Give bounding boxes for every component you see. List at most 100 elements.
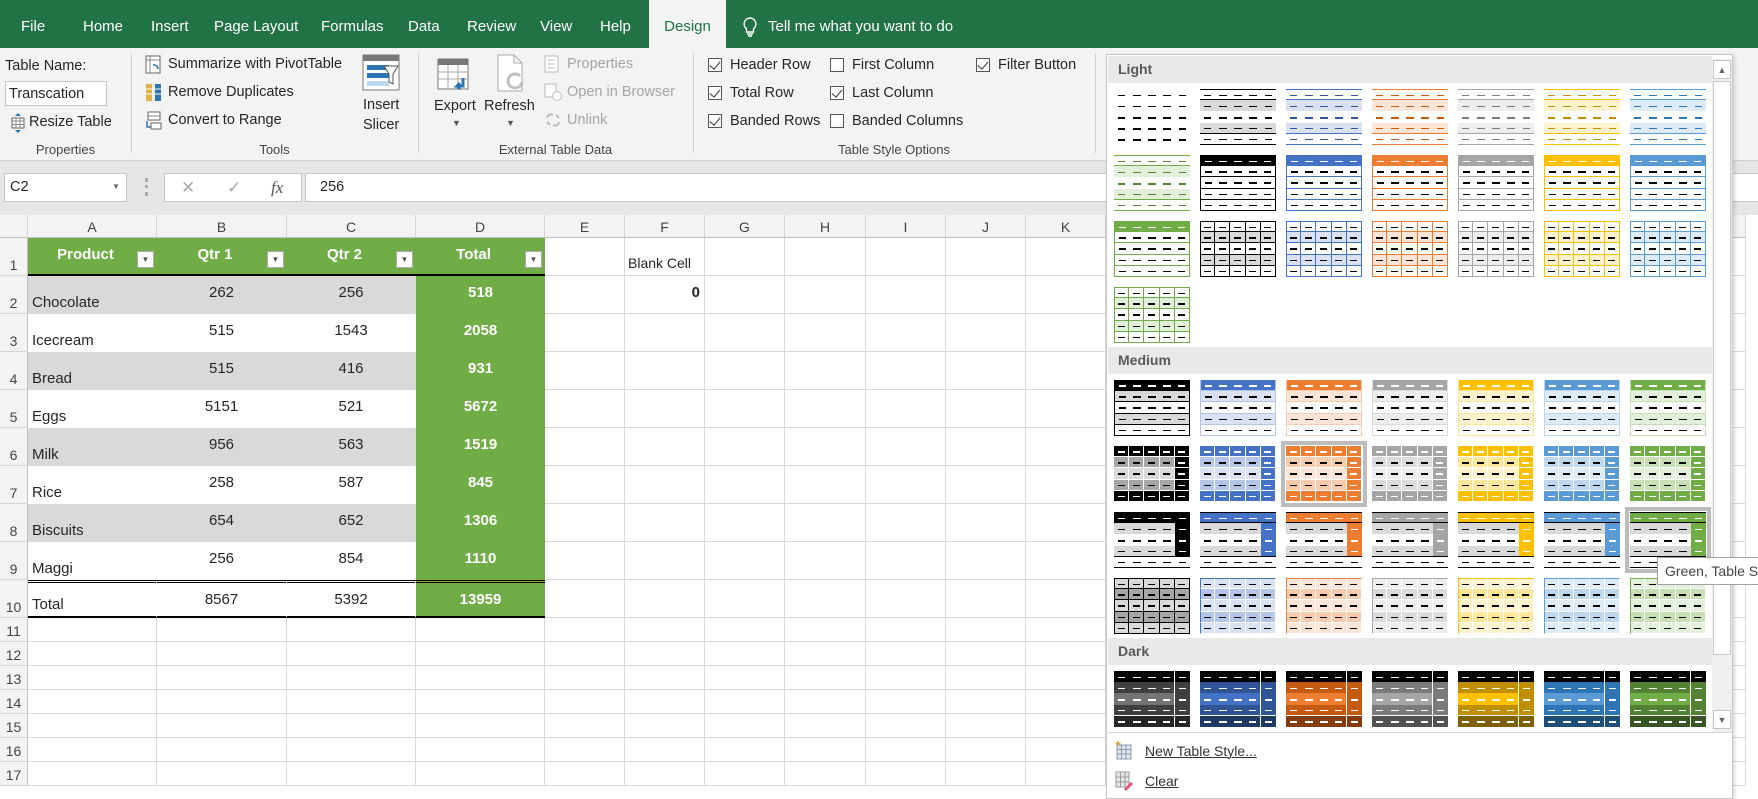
cell[interactable] <box>545 642 625 666</box>
cell[interactable] <box>157 762 287 786</box>
cell[interactable] <box>705 504 785 542</box>
cell[interactable] <box>946 666 1026 690</box>
cell[interactable] <box>785 504 866 542</box>
column-header[interactable]: A <box>28 215 157 238</box>
cell[interactable] <box>545 466 625 504</box>
dark-style-1[interactable] <box>1114 671 1190 727</box>
cell[interactable] <box>866 428 946 466</box>
table-cell[interactable]: 515 <box>157 314 287 352</box>
cell[interactable] <box>157 666 287 690</box>
cell[interactable] <box>866 466 946 504</box>
table-cell[interactable]: 416 <box>287 352 416 390</box>
cell[interactable] <box>1026 690 1106 714</box>
column-header[interactable]: I <box>866 215 946 238</box>
table-cell[interactable]: 256 <box>157 542 287 580</box>
cell[interactable] <box>946 352 1026 390</box>
table-cell[interactable]: Bread <box>28 352 157 390</box>
medium-style-19[interactable] <box>1458 512 1534 568</box>
table-cell[interactable]: 2058 <box>416 314 545 352</box>
cell[interactable] <box>625 642 705 666</box>
table-cell[interactable]: 1519 <box>416 428 545 466</box>
column-header[interactable]: E <box>545 215 625 238</box>
scroll-down-button[interactable]: ▼ <box>1713 710 1731 729</box>
cell[interactable] <box>28 642 157 666</box>
cell[interactable] <box>946 504 1026 542</box>
medium-style-11[interactable] <box>1372 446 1448 502</box>
name-box[interactable]: C2 ▼ <box>4 173 127 202</box>
cell[interactable] <box>625 690 705 714</box>
medium-style-3[interactable] <box>1286 380 1362 436</box>
table-header-cell[interactable]: Total ▼ <box>416 238 545 276</box>
cell[interactable] <box>785 352 866 390</box>
table-cell[interactable]: Rice <box>28 466 157 504</box>
light-style-11[interactable] <box>1372 155 1448 211</box>
checkbox-icon[interactable] <box>976 58 990 72</box>
cell[interactable] <box>28 714 157 738</box>
cell[interactable] <box>625 580 705 618</box>
medium-style-13[interactable] <box>1544 446 1620 502</box>
cell[interactable] <box>705 238 785 276</box>
cell[interactable] <box>28 618 157 642</box>
filter-dropdown-icon[interactable]: ▼ <box>137 251 154 268</box>
row-header[interactable]: 3 <box>0 314 28 352</box>
medium-style-28[interactable] <box>1630 578 1706 634</box>
table-cell[interactable]: Eggs <box>28 390 157 428</box>
table-name-input[interactable] <box>5 81 107 106</box>
cell[interactable] <box>625 666 705 690</box>
cell[interactable] <box>946 642 1026 666</box>
cell[interactable] <box>946 314 1026 352</box>
tab-home[interactable]: Home <box>83 0 123 48</box>
medium-style-20[interactable] <box>1544 512 1620 568</box>
last-column-checkbox[interactable]: Last Column <box>828 84 958 104</box>
cell[interactable] <box>416 642 545 666</box>
dark-style-2[interactable] <box>1200 671 1276 727</box>
cell[interactable] <box>1026 238 1106 276</box>
dark-style-3[interactable] <box>1286 671 1362 727</box>
cell[interactable] <box>1026 762 1106 786</box>
light-style-1[interactable] <box>1114 89 1190 145</box>
row-header[interactable]: 5 <box>0 390 28 428</box>
medium-style-10[interactable] <box>1281 441 1367 507</box>
table-cell[interactable]: 262 <box>157 276 287 314</box>
cell[interactable] <box>705 466 785 504</box>
column-header[interactable]: G <box>705 215 785 238</box>
table-header-cell[interactable]: Qtr 1 ▼ <box>157 238 287 276</box>
table-cell[interactable]: Maggi <box>28 542 157 580</box>
cell[interactable] <box>785 314 866 352</box>
cell[interactable] <box>545 762 625 786</box>
cell[interactable] <box>705 666 785 690</box>
row-header[interactable]: 16 <box>0 738 28 762</box>
cell[interactable] <box>946 762 1026 786</box>
table-cell[interactable]: 518 <box>416 276 545 314</box>
new-table-style-menu-item[interactable]: New Table Style... <box>1107 738 1732 766</box>
filter-dropdown-icon[interactable]: ▼ <box>525 251 542 268</box>
cell[interactable] <box>545 504 625 542</box>
table-header-cell[interactable]: Product ▼ <box>28 238 157 276</box>
light-style-21[interactable] <box>1630 221 1706 277</box>
table-cell[interactable]: 652 <box>287 504 416 542</box>
cell[interactable] <box>625 714 705 738</box>
cell[interactable] <box>866 352 946 390</box>
cell[interactable] <box>625 428 705 466</box>
cell[interactable] <box>866 314 946 352</box>
cell[interactable] <box>705 642 785 666</box>
cell[interactable] <box>28 762 157 786</box>
cell[interactable] <box>287 666 416 690</box>
cell[interactable] <box>1026 352 1106 390</box>
cell[interactable] <box>946 428 1026 466</box>
tab-view[interactable]: View <box>540 0 572 48</box>
cell[interactable] <box>416 738 545 762</box>
row-header[interactable]: 7 <box>0 466 28 504</box>
checkbox-icon[interactable] <box>708 114 722 128</box>
cell[interactable] <box>866 276 946 314</box>
filter-dropdown-icon[interactable]: ▼ <box>267 251 284 268</box>
light-style-6[interactable] <box>1544 89 1620 145</box>
cell[interactable] <box>866 504 946 542</box>
total-row-checkbox[interactable]: Total Row <box>706 84 826 104</box>
gallery-scrollbar[interactable]: ▲ ▼ <box>1712 59 1732 732</box>
light-style-5[interactable] <box>1458 89 1534 145</box>
table-header-cell[interactable]: Qtr 2 ▼ <box>287 238 416 276</box>
light-style-8[interactable] <box>1114 155 1190 211</box>
tab-help[interactable]: Help <box>600 0 631 48</box>
cell[interactable] <box>705 762 785 786</box>
